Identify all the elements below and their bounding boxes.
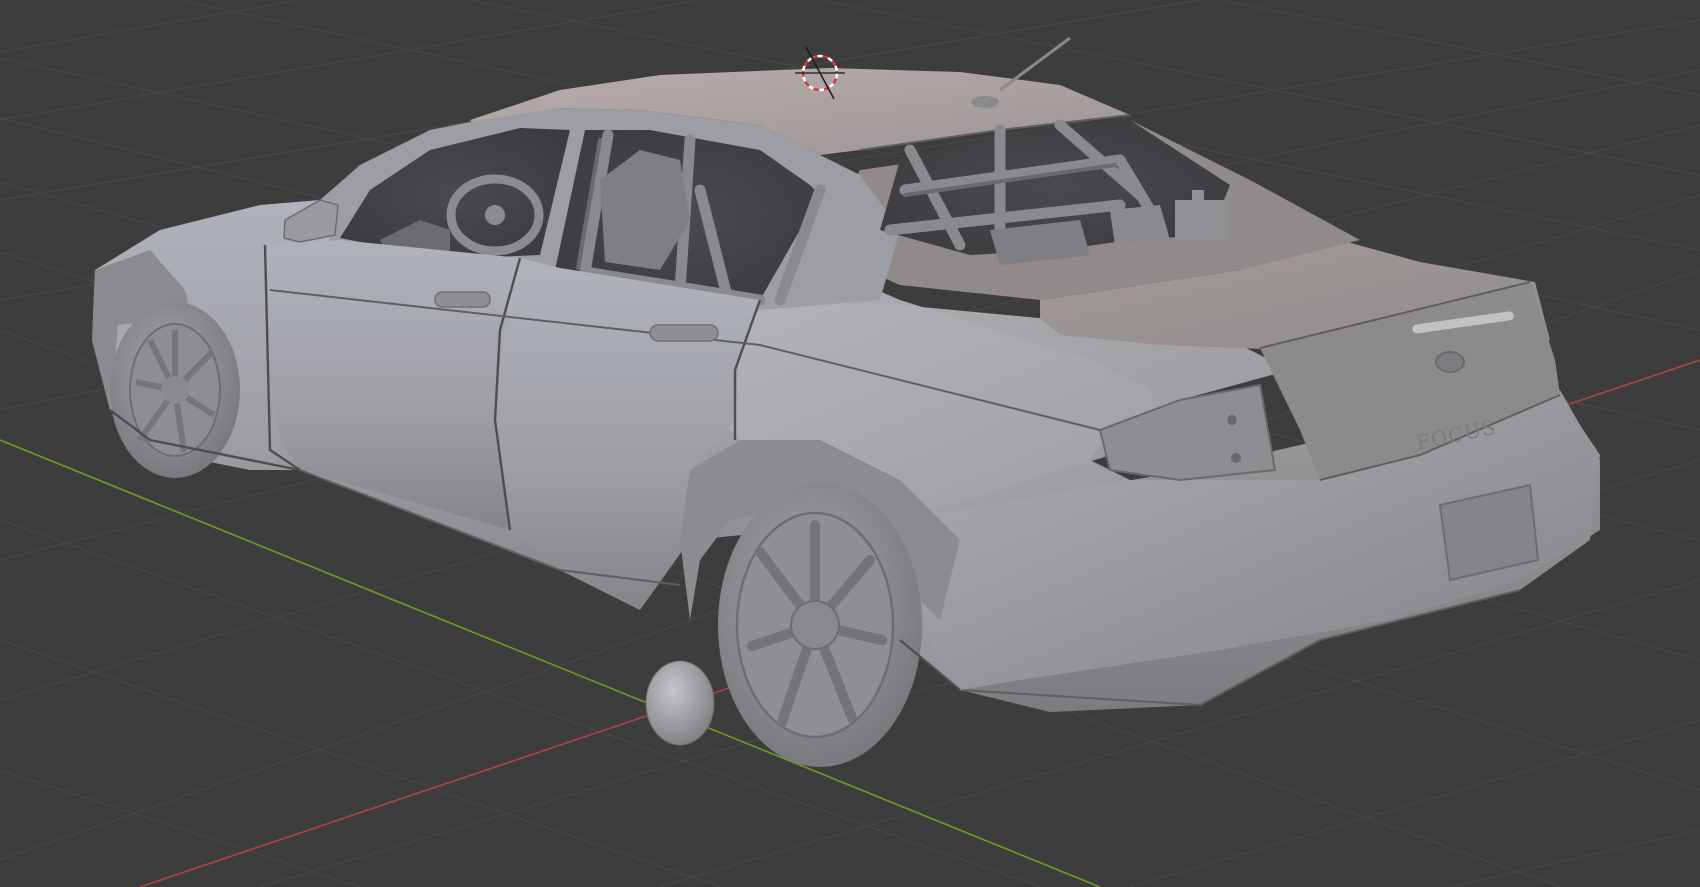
front-wheel — [110, 302, 240, 478]
rear-wheel — [718, 483, 922, 767]
front-door-handle — [434, 291, 491, 308]
light-sphere-gizmo[interactable] — [645, 660, 715, 746]
rear-door-handle — [649, 324, 719, 342]
rear-seat-headrest — [1110, 205, 1170, 246]
front-door — [265, 240, 520, 530]
3d-viewport[interactable]: FOCUS — [0, 0, 1700, 887]
brand-emblem — [1435, 351, 1465, 373]
rear-box — [1175, 200, 1227, 240]
viewport-canvas[interactable]: FOCUS — [0, 0, 1700, 887]
